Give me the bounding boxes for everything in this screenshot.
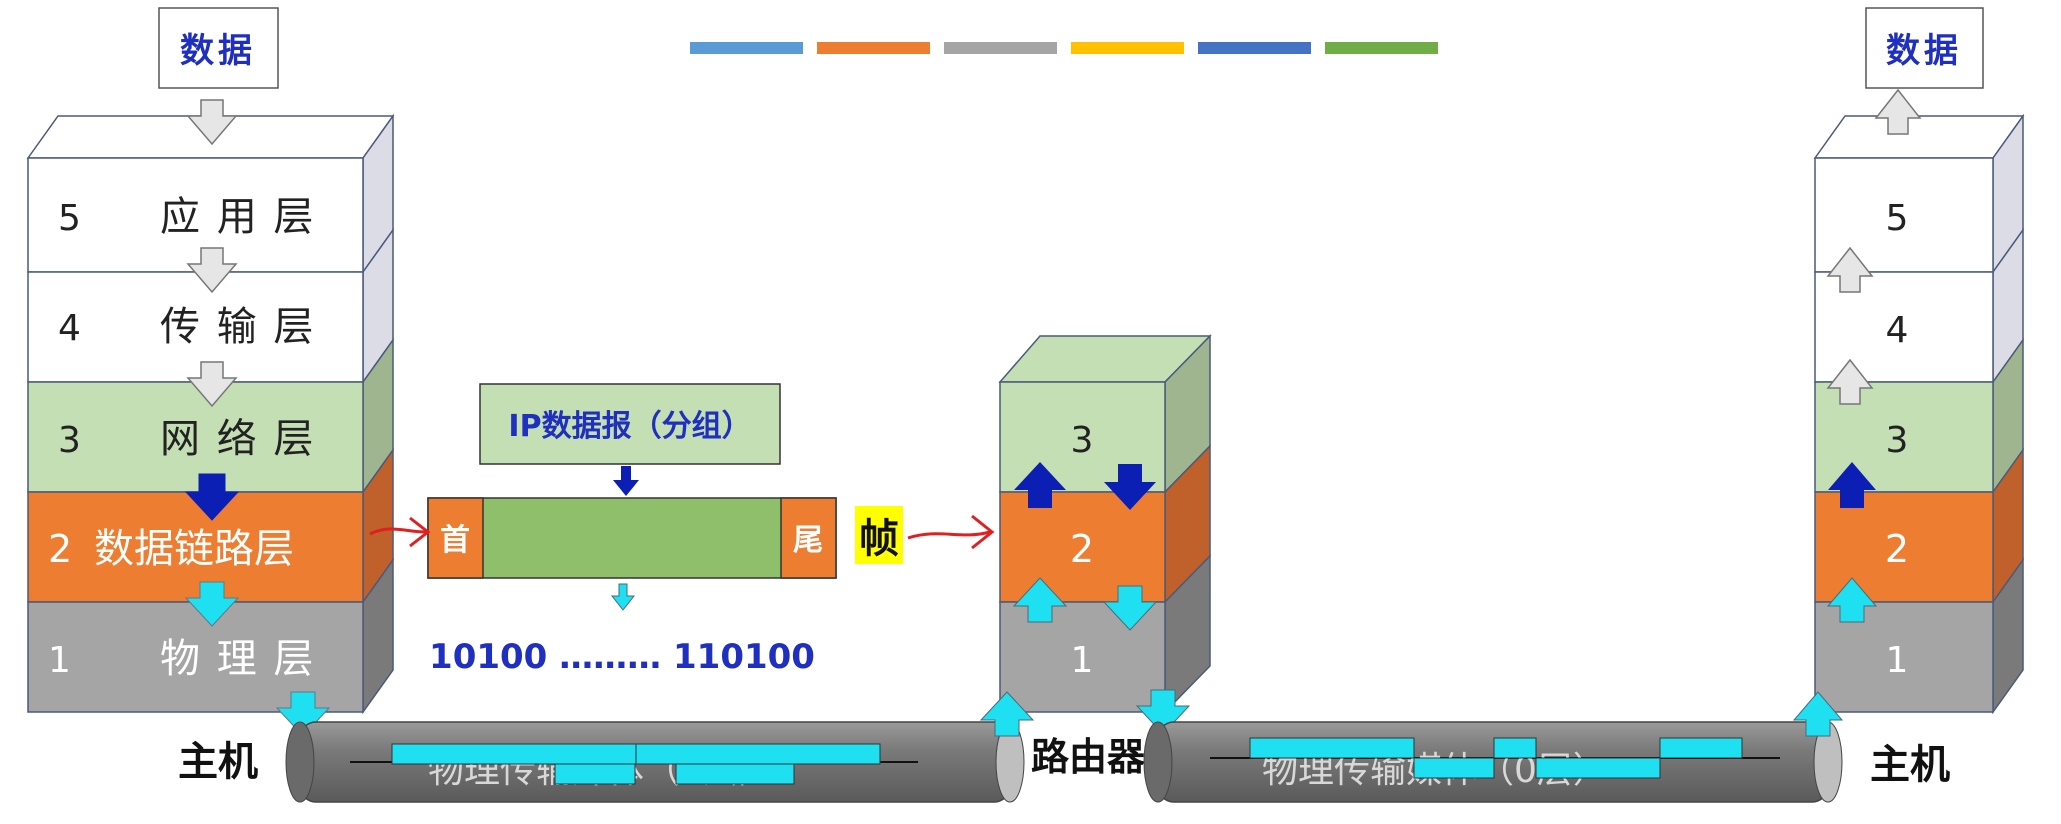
router-stack: 3 2 1 bbox=[979, 334, 1212, 737]
frame-tail-label: 尾 bbox=[793, 523, 823, 558]
ip-datagram-label: IP数据报（分组） bbox=[508, 409, 751, 444]
left-layer-5-name: 应 用 层 bbox=[160, 194, 315, 240]
right-layer-2: 2 bbox=[1885, 527, 1909, 571]
right-data-label: 数据 bbox=[1886, 31, 1962, 71]
frame-head-label: 首 bbox=[440, 523, 470, 558]
left-host-label: 主机 bbox=[178, 739, 258, 785]
legend-swatch bbox=[1198, 42, 1311, 54]
left-data-label: 数据 bbox=[180, 31, 256, 71]
left-layer-2-name: 数据链路层 bbox=[94, 526, 294, 572]
right-layer-4: 4 bbox=[1886, 310, 1909, 351]
legend-swatch bbox=[1071, 42, 1184, 54]
down-arrow-icon bbox=[610, 583, 636, 611]
left-layer-2-num: 2 bbox=[48, 527, 72, 571]
left-data-box: 数据 bbox=[158, 7, 279, 89]
left-physical-medium: 物理传输媒体（0层） bbox=[285, 721, 1025, 803]
right-physical-medium: 物理传输媒体（0层） bbox=[1143, 721, 1843, 803]
router-layer-1: 1 bbox=[1071, 640, 1094, 681]
left-layer-4-name: 传 输 层 bbox=[160, 304, 315, 350]
down-arrow-icon bbox=[613, 466, 639, 496]
ip-datagram-box: IP数据报（分组） bbox=[479, 383, 781, 496]
legend-swatch bbox=[1325, 42, 1438, 54]
left-layer-4-num: 4 bbox=[58, 308, 81, 349]
right-layer-1: 1 bbox=[1886, 640, 1909, 681]
left-layer-3-num: 3 bbox=[58, 420, 81, 461]
right-host-label: 主机 bbox=[1870, 742, 1950, 788]
red-arrow-icon bbox=[907, 514, 995, 550]
right-host-stack: 5 4 3 2 1 bbox=[1792, 88, 2025, 737]
left-layer-1-num: 1 bbox=[48, 640, 71, 681]
frame-box: 首 尾 10100 ……… 110100 bbox=[427, 497, 837, 677]
frame-label: 帧 bbox=[859, 516, 899, 562]
legend-swatches bbox=[690, 42, 1438, 54]
legend-swatch bbox=[944, 42, 1057, 54]
legend-swatch bbox=[690, 42, 803, 54]
router-layer-2: 2 bbox=[1070, 527, 1094, 571]
left-layer-1-name: 物 理 层 bbox=[160, 636, 315, 682]
router-label: 路由器 bbox=[1031, 735, 1146, 779]
right-layer-5: 5 bbox=[1886, 198, 1909, 239]
network-diagram: 5 应 用 层 4 传 输 层 3 网 络 层 2 数据链路层 1 物 理 层 … bbox=[26, 7, 2025, 803]
frame-label-group: 帧 bbox=[855, 506, 903, 564]
legend-swatch bbox=[817, 42, 930, 54]
left-layer-3-name: 网 络 层 bbox=[160, 416, 315, 462]
bit-stream: 10100 ……… 110100 bbox=[429, 637, 815, 677]
right-layer-3: 3 bbox=[1886, 420, 1909, 461]
left-layer-5-num: 5 bbox=[58, 198, 81, 239]
router-layer-3: 3 bbox=[1071, 420, 1094, 461]
right-data-box: 数据 bbox=[1865, 7, 1984, 89]
